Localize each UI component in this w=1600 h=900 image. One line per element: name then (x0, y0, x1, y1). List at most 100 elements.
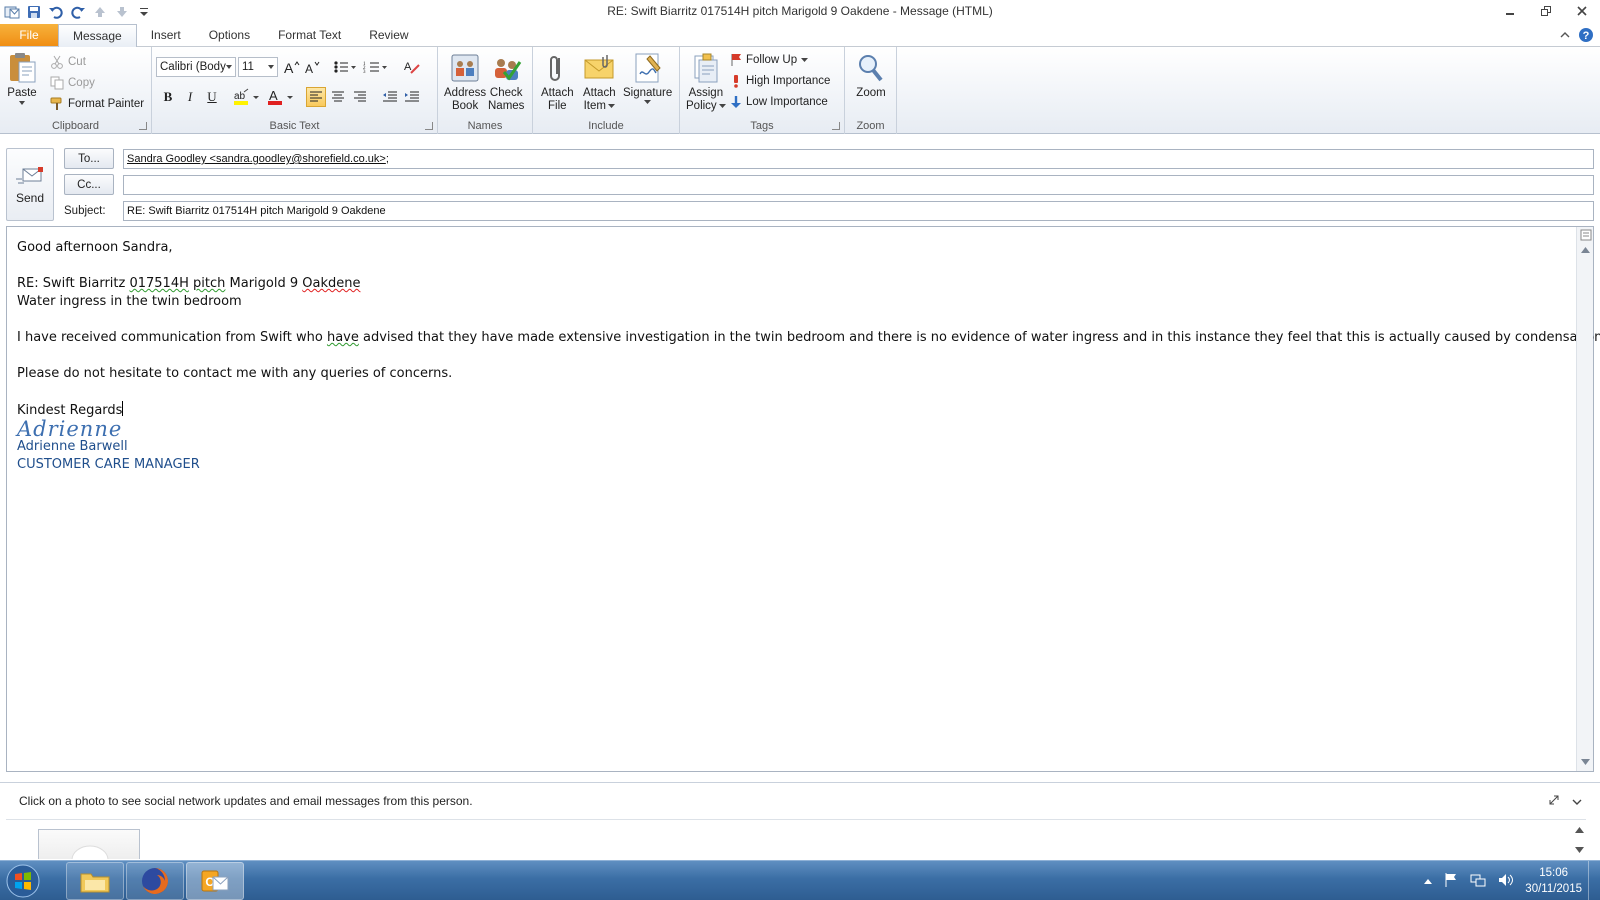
svg-text:A: A (269, 88, 278, 103)
scroll-up-arrow[interactable] (1578, 242, 1593, 257)
font-family-select[interactable]: Calibri (Body) (156, 57, 236, 77)
network-icon[interactable] (1469, 872, 1487, 891)
message-body-editor[interactable]: Good afternoon Sandra, RE: Swift Biarrit… (6, 226, 1600, 772)
cc-field[interactable] (123, 175, 1594, 195)
tab-message[interactable]: Message (58, 24, 137, 47)
increase-indent-icon[interactable] (402, 87, 422, 107)
tab-insert[interactable]: Insert (137, 24, 195, 46)
grow-font-icon[interactable]: A (282, 57, 302, 77)
contact-photo[interactable] (38, 829, 140, 859)
zoom-group: Zoom Zoom (845, 47, 897, 134)
help-icon[interactable]: ? (1578, 27, 1594, 46)
clipboard-dialog-launcher[interactable] (139, 122, 147, 130)
align-left-icon[interactable] (306, 87, 326, 107)
outlook-app-icon[interactable] (2, 2, 22, 22)
follow-up-button[interactable]: Follow Up (730, 50, 809, 70)
pane-scroll-down[interactable] (1575, 843, 1584, 856)
format-painter-button[interactable]: Format Painter (50, 94, 144, 114)
tab-review[interactable]: Review (355, 24, 422, 46)
bullets-icon[interactable] (332, 57, 358, 77)
send-button[interactable]: Send (6, 148, 54, 221)
clipboard-group-label: Clipboard (51, 120, 100, 132)
start-button[interactable] (0, 861, 46, 900)
subject-field[interactable]: RE: Swift Biarritz 017514H pitch Marigol… (123, 201, 1594, 221)
decrease-indent-icon[interactable] (380, 87, 400, 107)
attach-item-button[interactable]: Attach Item (583, 51, 616, 113)
tab-options[interactable]: Options (195, 24, 264, 46)
basic-text-dialog-launcher[interactable] (425, 122, 433, 130)
font-size-select[interactable]: 11 (238, 57, 278, 77)
grammar-flag[interactable]: pitch (193, 276, 225, 291)
italic-button[interactable]: I (180, 87, 200, 107)
tab-file[interactable]: File (0, 24, 58, 46)
undo-icon[interactable] (46, 2, 66, 22)
grammar-flag[interactable]: have (327, 330, 359, 345)
attach-file-button[interactable]: Attach File (541, 51, 574, 113)
address-book-button[interactable]: Address Book (444, 51, 486, 113)
align-right-icon[interactable] (350, 87, 370, 107)
action-center-flag-icon[interactable] (1443, 872, 1459, 891)
body-greeting: Good afternoon Sandra, (17, 240, 173, 255)
to-field[interactable]: Sandra Goodley <sandra.goodley@shorefiel… (123, 149, 1594, 169)
tags-dialog-launcher[interactable] (832, 122, 840, 130)
taskbar-firefox[interactable] (126, 861, 184, 900)
windows-taskbar: O 15:06 30/11/2015 (0, 860, 1600, 900)
recipient-sandra-goodley[interactable]: Sandra Goodley <sandra.goodley@shorefiel… (127, 153, 386, 165)
redo-icon[interactable] (68, 2, 88, 22)
tab-format-text[interactable]: Format Text (264, 24, 355, 46)
highlight-icon[interactable]: ab (232, 87, 262, 107)
to-button[interactable]: To... (64, 148, 114, 169)
grammar-flag[interactable]: 017514H (129, 276, 188, 291)
cut-button[interactable]: Cut (50, 52, 86, 72)
signature-title: CUSTOMER CARE MANAGER (17, 457, 200, 472)
clear-formatting-icon[interactable]: A (402, 57, 422, 77)
pane-scroll-up[interactable] (1575, 823, 1584, 836)
basic-text-group-label: Basic Text (269, 120, 320, 132)
show-hidden-icons[interactable] (1423, 875, 1433, 888)
people-pane: Click on a photo to see social network u… (0, 782, 1600, 859)
down-arrow-icon[interactable] (112, 2, 132, 22)
close-button[interactable] (1564, 0, 1600, 22)
svg-text:3: 3 (363, 70, 366, 74)
body-scrollbar[interactable] (1576, 227, 1593, 771)
taskbar-clock[interactable]: 15:06 30/11/2015 (1525, 865, 1582, 897)
zoom-group-label: Zoom (856, 120, 885, 132)
signature-button[interactable]: Signature (623, 51, 672, 105)
paste-button[interactable]: Paste (6, 51, 38, 106)
paste-dropdown-icon[interactable] (18, 100, 26, 106)
numbering-icon[interactable]: 123 (362, 57, 390, 77)
ribbon-tabs: File Message Insert Options Format Text … (0, 24, 1600, 47)
cc-button[interactable]: Cc... (64, 174, 114, 195)
assign-policy-button[interactable]: Assign Policy (686, 51, 726, 113)
minimize-button[interactable] (1492, 0, 1528, 22)
bold-button[interactable]: B (158, 87, 178, 107)
svg-text:?: ? (1583, 30, 1590, 42)
message-body-text[interactable]: Good afternoon Sandra, RE: Swift Biarrit… (17, 239, 1600, 474)
check-names-button[interactable]: Check Names (488, 51, 524, 113)
collapse-ribbon-icon[interactable] (1560, 30, 1570, 43)
taskbar-outlook[interactable]: O (186, 861, 244, 900)
underline-button[interactable]: U (202, 87, 222, 107)
low-importance-button[interactable]: Low Importance (730, 92, 828, 112)
show-desktop-button[interactable] (1588, 861, 1600, 900)
spelling-flag[interactable]: Oakdene (302, 276, 360, 291)
policy-icon (690, 51, 722, 85)
expand-icon[interactable] (1548, 794, 1560, 809)
restore-button[interactable] (1528, 0, 1564, 22)
scroll-down-arrow[interactable] (1578, 754, 1593, 769)
customize-qat-icon[interactable] (134, 2, 154, 22)
body-re-line: RE: Swift Biarritz 017514H pitch Marigol… (17, 276, 361, 291)
zoom-button[interactable]: Zoom (855, 51, 887, 100)
volume-icon[interactable] (1497, 872, 1515, 891)
save-icon[interactable] (24, 2, 44, 22)
ruler-toggle-icon[interactable] (1578, 227, 1593, 242)
up-arrow-icon[interactable] (90, 2, 110, 22)
font-color-icon[interactable]: A (266, 87, 296, 107)
chevron-down-icon[interactable] (1572, 796, 1582, 809)
shrink-font-icon[interactable]: A (303, 57, 323, 77)
high-importance-button[interactable]: High Importance (730, 71, 830, 91)
taskbar-explorer[interactable] (66, 861, 124, 900)
copy-button[interactable]: Copy (50, 73, 95, 93)
system-tray: 15:06 30/11/2015 (1423, 861, 1582, 900)
align-center-icon[interactable] (328, 87, 348, 107)
